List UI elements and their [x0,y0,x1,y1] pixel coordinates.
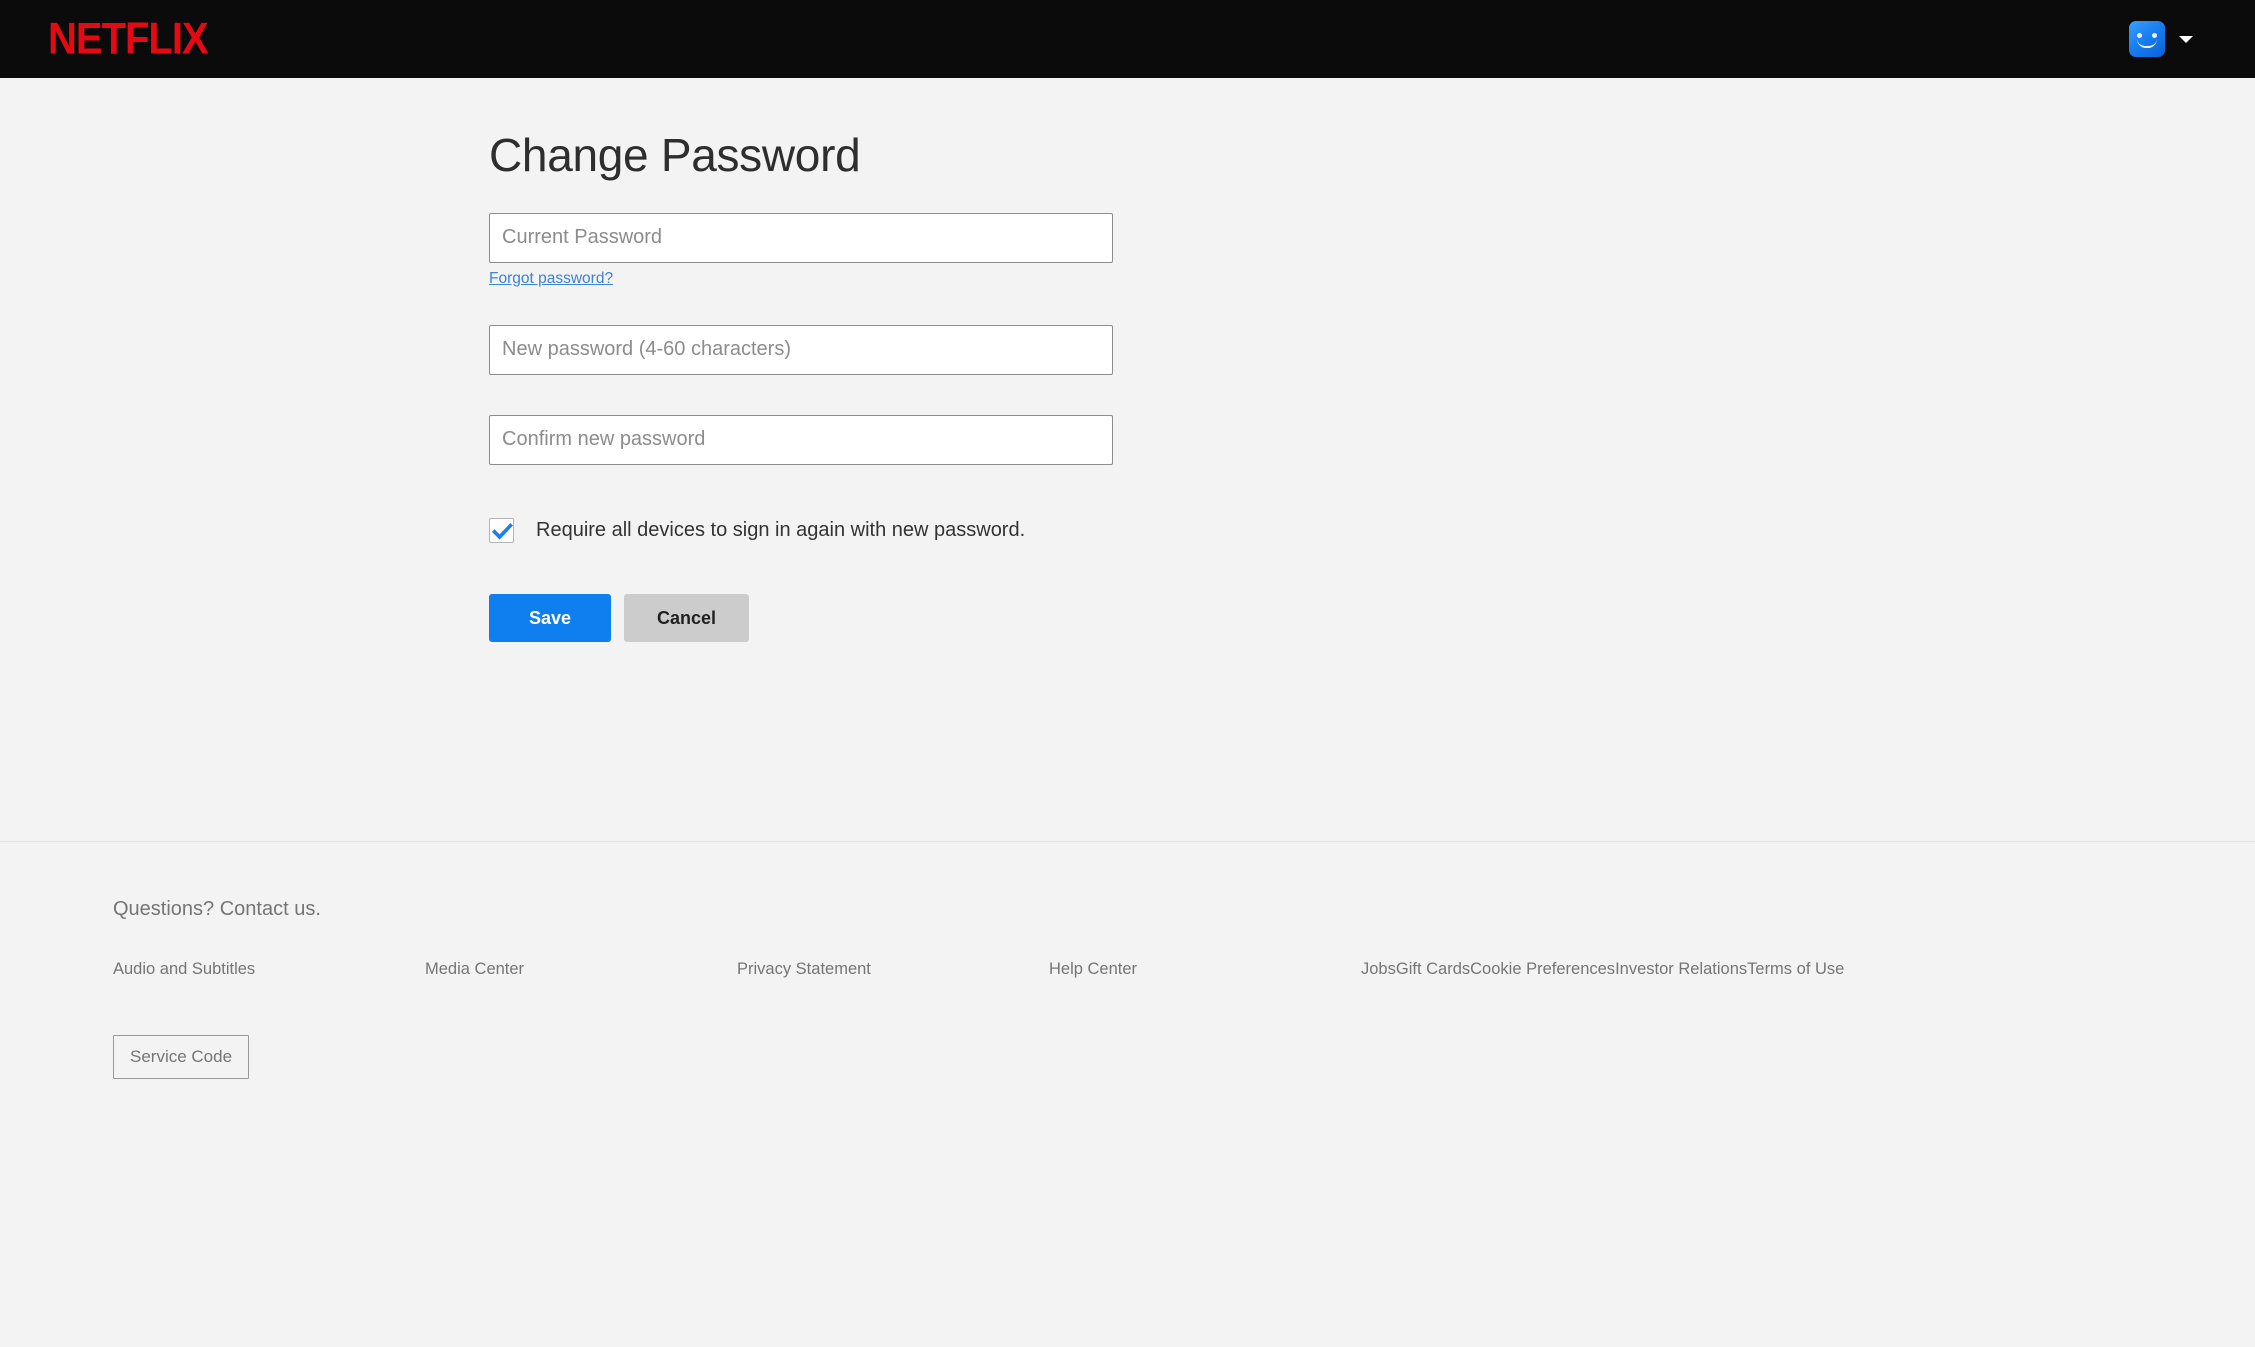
footer-link[interactable]: Investor Relations [1615,961,1747,1001]
new-password-input[interactable] [489,325,1113,375]
form-actions: Save Cancel [489,594,1129,642]
footer-link[interactable]: Audio and Subtitles [113,961,255,1001]
service-code-button[interactable]: Service Code [113,1035,249,1079]
spacer [489,288,1129,325]
site-header: NETFLIX [0,0,2255,78]
footer-link[interactable]: Media Center [425,961,524,1001]
footer-links-grid: Audio and Subtitles Media Center Privacy… [113,961,1413,1001]
avatar-eye-left [2137,33,2142,38]
current-password-input[interactable] [489,213,1113,263]
site-footer: Questions? Contact us. Audio and Subtitl… [0,842,2255,1079]
footer-link[interactable]: Cookie Preferences [1470,961,1615,1001]
cancel-button[interactable]: Cancel [624,594,749,642]
main-content: Change Password Forgot password? Require… [0,78,2255,842]
account-menu-button[interactable] [2129,21,2193,57]
require-signin-row: Require all devices to sign in again wit… [489,518,1129,543]
footer-link[interactable]: Gift Cards [1396,961,1470,1001]
save-button[interactable]: Save [489,594,611,642]
footer-link[interactable]: Jobs [1361,961,1396,1001]
smiley-avatar-icon[interactable] [2129,21,2165,57]
chevron-down-icon[interactable] [2179,36,2193,43]
confirm-password-input[interactable] [489,415,1113,465]
footer-link[interactable]: Help Center [1049,961,1137,1001]
spacer [489,375,1129,415]
netflix-logo[interactable]: NETFLIX [48,17,208,62]
change-password-form: Change Password Forgot password? Require… [489,130,1129,642]
page-title: Change Password [489,130,1129,181]
footer-heading: Questions? Contact us. [113,898,2255,921]
forgot-password-link[interactable]: Forgot password? [489,270,613,288]
check-icon [492,521,513,542]
require-signin-label[interactable]: Require all devices to sign in again wit… [536,520,1025,540]
footer-link[interactable]: Terms of Use [1747,961,1844,1001]
footer-link[interactable]: Privacy Statement [737,961,871,1001]
require-signin-checkbox[interactable] [489,518,514,543]
avatar-smile [2137,39,2157,48]
avatar-eye-right [2152,33,2157,38]
